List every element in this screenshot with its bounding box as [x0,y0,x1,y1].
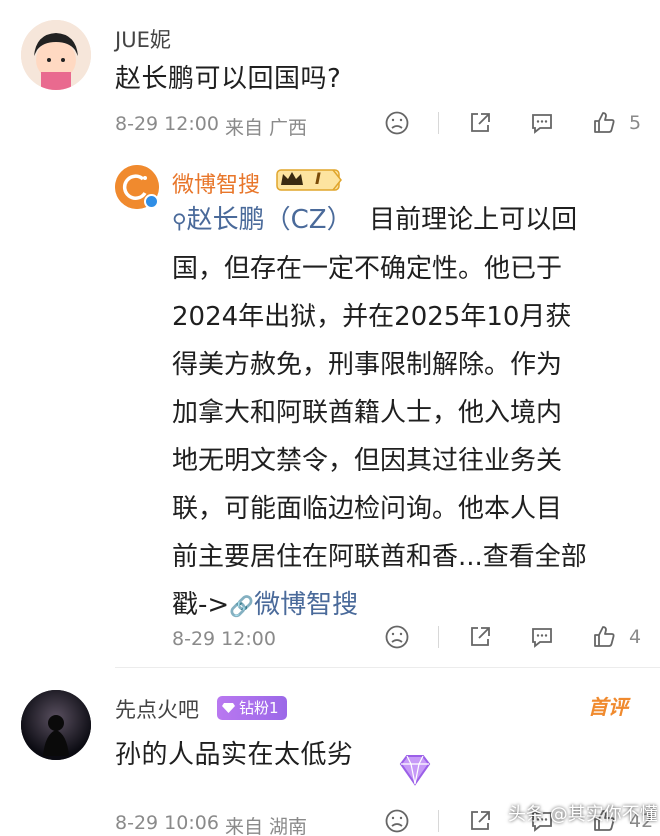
reply-line: 地无明文禁令，但因其过往业务关 [172,446,563,476]
weibo-search-link[interactable]: 微博智搜 [254,590,358,620]
reply-line: 得美方赦免，刑事限制解除。作为 [172,350,563,380]
comment-icon[interactable] [527,622,557,652]
divider [438,112,439,134]
avatar[interactable] [21,690,91,760]
like-count: 4 [629,626,642,648]
reply-time: 8-29 12:00 [172,628,276,650]
like-icon[interactable] [589,622,619,652]
comment-text: 赵长鹏可以回国吗? [115,64,342,94]
divider [438,626,439,648]
dislike-icon[interactable] [382,622,412,652]
gem-sticker-icon [399,755,431,786]
reply-body: ⚲赵长鹏（CZ） 目前理论上可以回 国，但存在一定不确定性。他已于 2024年出… [172,196,642,630]
comment-time: 8-29 12:00 [115,113,219,135]
watermark: 头条 @其实你不懂 [508,804,658,825]
divider [438,810,439,832]
dislike-icon[interactable] [382,806,412,836]
search-query-link[interactable]: 赵长鹏（CZ） [187,205,353,235]
comment-location: 来自 湖南 [225,816,308,836]
reply-line: 加拿大和阿联酋籍人士，他入境内 [172,398,563,428]
fan-badge-text: 钻粉1 [239,699,279,717]
divider [115,667,660,668]
comment-time: 8-29 10:06 [115,812,219,834]
comment-actions: 5 [382,108,641,138]
username[interactable]: 微博智搜 [172,167,260,199]
reply-actions: 4 [382,622,641,652]
dislike-icon[interactable] [382,108,412,138]
first-comment-tag: 首评 [588,695,628,719]
share-icon[interactable] [465,806,495,836]
comment-icon[interactable] [527,108,557,138]
reply-text: 目前理论上可以回 [369,205,578,235]
reply-line: 2024年出狱，并在2025年10月获 [172,302,572,332]
reply-tail-text: 戳-> [172,590,230,620]
search-icon[interactable]: ⚲ [172,209,187,233]
like-icon[interactable] [589,108,619,138]
like-count: 5 [629,112,642,134]
link-icon: 🔗 [229,594,255,618]
username[interactable]: 先点火吧 [115,694,199,724]
level-badge: I [275,167,345,193]
reply-line: 国，但存在一定不确定性。他已于 [172,254,563,284]
level-badge-text: I [315,169,321,188]
reply-line: 联，可能面临边检问询。他本人目 [172,494,563,524]
share-icon[interactable] [465,622,495,652]
comment-location: 来自 广西 [225,117,308,139]
reply-line[interactable]: 前主要居住在阿联酋和香...查看全部 [172,533,642,581]
avatar[interactable] [21,20,91,90]
comment-text: 孙的人品实在太低劣 [115,740,354,770]
reply-line: ⚲赵长鹏（CZ） 目前理论上可以回 [172,196,642,245]
share-icon[interactable] [465,108,495,138]
username[interactable]: JUE妮 [115,24,171,54]
verified-icon [144,194,159,209]
fan-badge: 钻粉1 [217,696,287,720]
